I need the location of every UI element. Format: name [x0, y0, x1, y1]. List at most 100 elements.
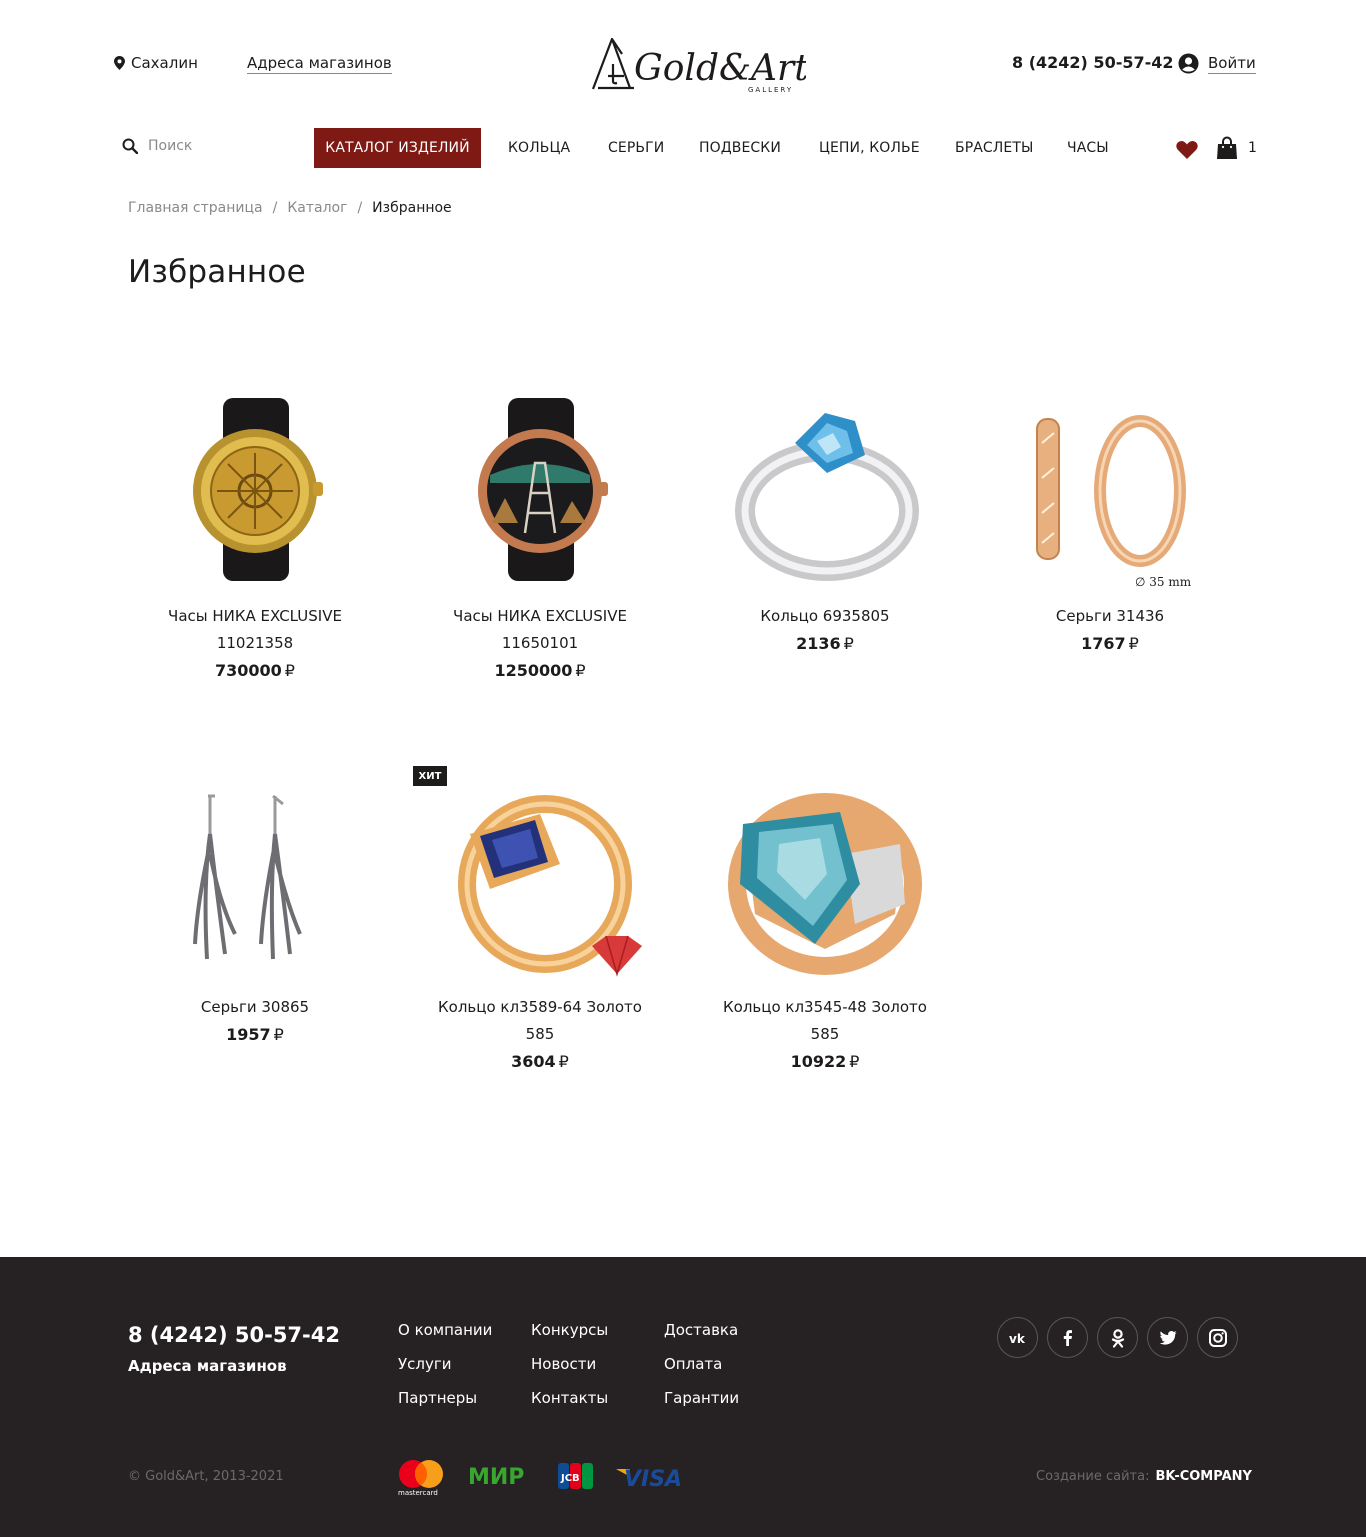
main-nav: КАТАЛОГ ИЗДЕЛИЙ КОЛЬЦА СЕРЬГИ ПОДВЕСКИ Ц… [0, 128, 1366, 168]
city-name: Сахалин [131, 54, 198, 72]
vk-link[interactable]: vk [997, 1317, 1038, 1358]
product-card[interactable]: Кольцо 6935805 2136 ₽ [695, 383, 955, 657]
footer-phone[interactable]: 8 (4242) 50-57-42 [128, 1323, 340, 1347]
search-icon [122, 138, 138, 154]
logo[interactable]: Gold&Art GALLERY [590, 36, 809, 94]
product-card[interactable]: Кольцо кл3545-48 Золото 585 10922 ₽ [695, 774, 955, 1075]
svg-text:МИР: МИР [468, 1465, 524, 1489]
product-image[interactable] [410, 383, 670, 593]
mir-icon: МИР [468, 1465, 524, 1489]
nav-watches[interactable]: ЧАСЫ [1067, 140, 1109, 156]
twitter-icon [1159, 1330, 1176, 1345]
footer-link-payment[interactable]: Оплата [664, 1355, 722, 1373]
mastercard-icon: mastercard [398, 1460, 443, 1497]
search-box[interactable] [122, 138, 288, 154]
copyright: © Gold&Art, 2013-2021 [128, 1469, 284, 1484]
product-name[interactable]: Часы НИКА EXCLUSIVE 11650101 [410, 603, 670, 657]
product-name[interactable]: Кольцо 6935805 [695, 603, 955, 630]
product-card[interactable]: ∅ 35 mm Серьги 31436 1767 ₽ [980, 383, 1240, 657]
login-button[interactable]: Войти [1178, 53, 1256, 74]
gold-ring-sapphire-image [458, 795, 642, 977]
product-card[interactable]: Кольцо кл3589-64 Золото 585 3604 ₽ [410, 774, 670, 1075]
breadcrumb-separator: / [357, 200, 363, 216]
odnoklassniki-link[interactable] [1097, 1317, 1138, 1358]
cart-button[interactable]: 1 [1216, 136, 1257, 160]
rose-gold-watch-image [478, 398, 608, 581]
product-name[interactable]: Серьги 30865 [125, 994, 385, 1021]
nav-bracelets[interactable]: БРАСЛЕТЫ [955, 140, 1033, 156]
product-price: 1250000 ₽ [494, 661, 586, 680]
product-price: 2136 ₽ [796, 634, 854, 653]
product-name[interactable]: Кольцо кл3589-64 Золото 585 [410, 994, 670, 1048]
logo-subtitle: GALLERY [748, 86, 793, 94]
breadcrumb-home[interactable]: Главная страница [128, 200, 263, 216]
product-image[interactable] [125, 774, 385, 984]
breadcrumb: Главная страница / Каталог / Избранное [128, 200, 452, 216]
footer-link-guarantees[interactable]: Гарантии [664, 1389, 739, 1407]
nav-rings[interactable]: КОЛЬЦА [508, 140, 570, 156]
product-price: 730000 ₽ [215, 661, 295, 680]
nav-pendants[interactable]: ПОДВЕСКИ [699, 140, 781, 156]
jcb-icon: JCB [558, 1463, 593, 1489]
footer-link-contests[interactable]: Конкурсы [531, 1321, 608, 1339]
footer-link-services[interactable]: Услуги [398, 1355, 451, 1373]
product-name[interactable]: Часы НИКА EXCLUSIVE 11021358 [125, 603, 385, 657]
product-price: 3604 ₽ [511, 1052, 569, 1071]
page-title: Избранное [128, 254, 306, 290]
gold-ring-topaz-image [728, 793, 922, 975]
made-by-company[interactable]: BK-COMPANY [1155, 1469, 1251, 1484]
breadcrumb-current: Избранное [372, 200, 452, 216]
instagram-link[interactable] [1197, 1317, 1238, 1358]
site-header: Сахалин Адреса магазинов Gold&Art GALLER… [0, 0, 1366, 120]
logo-text: Gold&Art [634, 48, 806, 89]
product-image[interactable]: ∅ 35 mm [980, 383, 1240, 593]
facebook-icon [1063, 1329, 1072, 1346]
product-image[interactable] [695, 383, 955, 593]
search-input[interactable] [148, 138, 288, 154]
footer-link-news[interactable]: Новости [531, 1355, 596, 1373]
footer-link-delivery[interactable]: Доставка [664, 1321, 738, 1339]
header-phone[interactable]: 8 (4242) 50-57-42 [1012, 53, 1174, 72]
catalog-button[interactable]: КАТАЛОГ ИЗДЕЛИЙ [314, 128, 481, 168]
footer-stores-link[interactable]: Адреса магазинов [128, 1357, 287, 1375]
product-image[interactable] [410, 774, 670, 984]
location-pin-icon [114, 56, 125, 70]
nav-earrings[interactable]: СЕРЬГИ [608, 140, 664, 156]
silver-ring-image [735, 413, 919, 581]
hit-badge: ХИТ [413, 766, 447, 786]
silver-earrings-image [193, 794, 302, 960]
login-label: Войти [1208, 53, 1256, 74]
visa-icon: VISA [616, 1467, 680, 1489]
heart-icon[interactable] [1176, 140, 1198, 159]
product-price: 1957 ₽ [226, 1025, 284, 1044]
site-footer: 8 (4242) 50-57-42 Адреса магазинов О ком… [0, 1257, 1366, 1537]
instagram-icon [1208, 1328, 1227, 1347]
svg-text:mastercard: mastercard [398, 1489, 438, 1497]
svg-text:VISA: VISA [624, 1467, 680, 1489]
nav-chains[interactable]: ЦЕПИ, КОЛЬЕ [819, 140, 920, 156]
breadcrumb-separator: / [272, 200, 278, 216]
product-image[interactable] [125, 383, 385, 593]
product-card[interactable]: Часы НИКА EXCLUSIVE 11021358 730000 ₽ [125, 383, 385, 684]
product-image[interactable] [695, 774, 955, 984]
product-price: 1767 ₽ [1081, 634, 1139, 653]
product-price: 10922 ₽ [790, 1052, 860, 1071]
city-selector[interactable]: Сахалин [114, 54, 198, 72]
facebook-link[interactable] [1047, 1317, 1088, 1358]
odnoklassniki-icon [1111, 1328, 1124, 1348]
product-name[interactable]: Серьги 31436 [980, 603, 1240, 630]
svg-text:JCB: JCB [560, 1473, 580, 1484]
footer-link-about[interactable]: О компании [398, 1321, 492, 1339]
footer-link-contacts[interactable]: Контакты [531, 1389, 608, 1407]
shopping-bag-icon [1217, 136, 1237, 159]
breadcrumb-catalog[interactable]: Каталог [287, 200, 347, 216]
footer-link-partners[interactable]: Партнеры [398, 1389, 477, 1407]
product-card[interactable]: Часы НИКА EXCLUSIVE 11650101 1250000 ₽ [410, 383, 670, 684]
twitter-link[interactable] [1147, 1317, 1188, 1358]
stores-link[interactable]: Адреса магазинов [247, 54, 392, 74]
gold-hoop-earrings-image: ∅ 35 mm [1036, 415, 1192, 589]
product-name[interactable]: Кольцо кл3545-48 Золото 585 [695, 994, 955, 1048]
size-note: ∅ 35 mm [1135, 575, 1192, 589]
svg-text:vk: vk [1009, 1332, 1026, 1346]
product-card[interactable]: Серьги 30865 1957 ₽ [125, 774, 385, 1048]
